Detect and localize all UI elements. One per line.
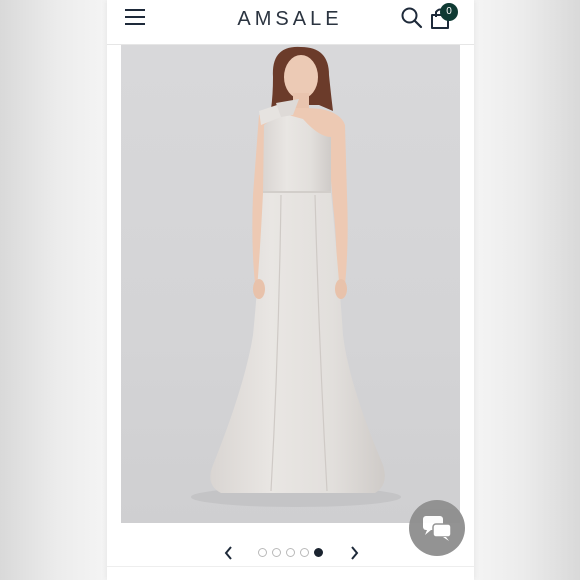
product-photo [121,45,460,523]
carousel-dot-active[interactable] [314,548,323,557]
mobile-page: AMSALE 0 [107,0,474,580]
carousel-dot[interactable] [258,548,267,557]
site-header: AMSALE 0 [107,0,474,45]
bottom-toolbar-partial [107,566,474,580]
carousel-next-button[interactable] [347,545,361,561]
chat-button[interactable] [409,500,465,556]
carousel-indicators [258,548,328,560]
carousel-dot[interactable] [272,548,281,557]
hamburger-line [125,23,145,25]
hamburger-line [125,16,145,18]
chat-bubbles-icon [423,516,452,541]
model-in-gown-illustration [191,46,401,507]
menu-button[interactable] [125,9,147,27]
carousel-dot[interactable] [300,548,309,557]
chevron-left-icon [224,546,232,560]
search-button[interactable] [400,6,424,30]
search-icon [401,7,423,29]
carousel-prev-button[interactable] [222,545,236,561]
carousel-dot[interactable] [286,548,295,557]
chevron-right-icon [351,546,359,560]
hamburger-menu-icon [125,9,145,11]
cart-count-badge: 0 [440,3,458,21]
brand-logo[interactable]: AMSALE [225,8,355,31]
